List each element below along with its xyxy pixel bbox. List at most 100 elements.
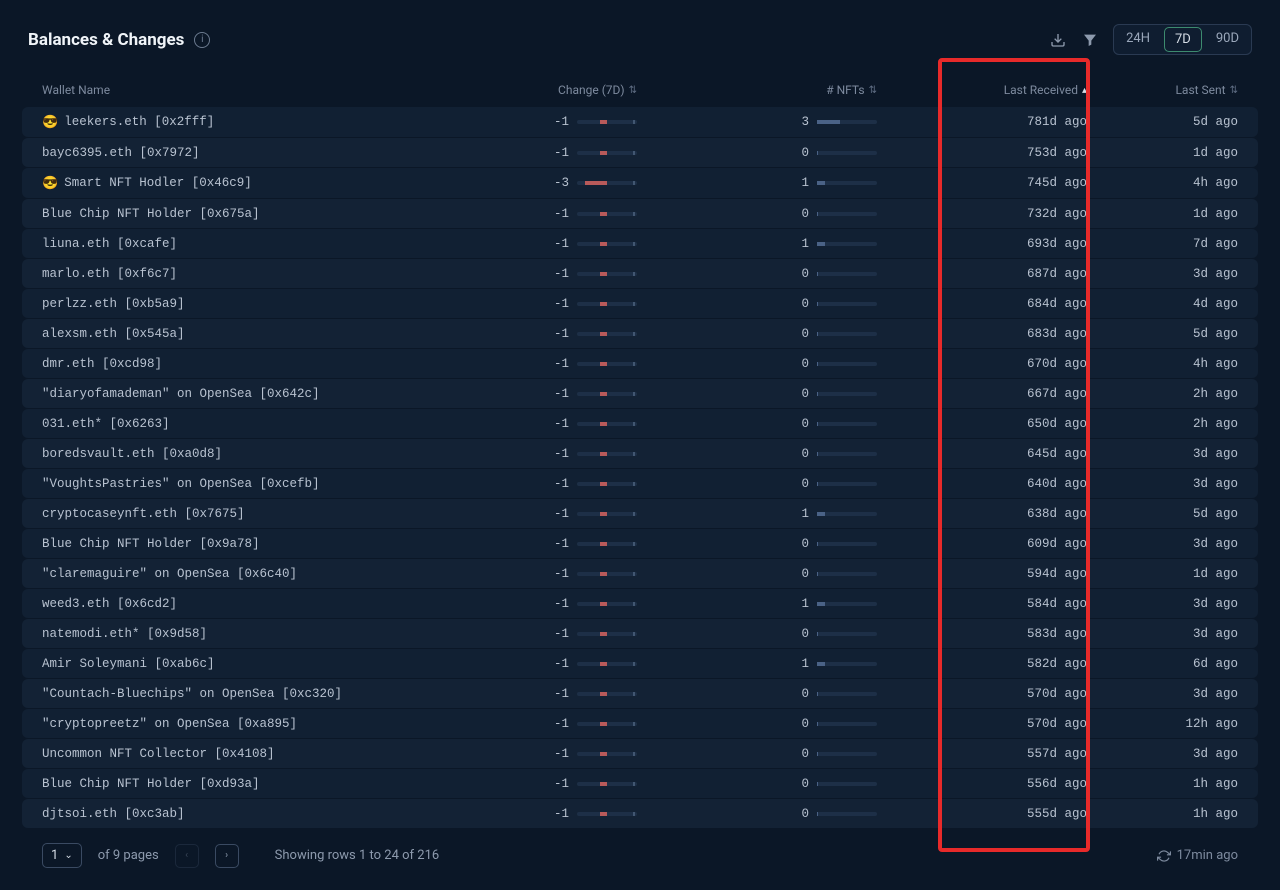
- table-row[interactable]: "Countach-Bluechips" on OpenSea [0xc320]…: [22, 679, 1258, 708]
- table-row[interactable]: natemodi.eth* [0x9d58] -1 0 583d ago 3d …: [22, 619, 1258, 648]
- next-page-button[interactable]: ›: [215, 844, 239, 868]
- wallet-name[interactable]: "diaryofamademan" on OpenSea [0x642c]: [42, 387, 457, 401]
- wallet-name[interactable]: boredsvault.eth [0xa0d8]: [42, 447, 457, 461]
- nfts-bar: [817, 362, 877, 366]
- table-row[interactable]: 😎 leekers.eth [0x2fff] -1 3 781d ago 5: [22, 107, 1258, 137]
- nfts-value: 0: [797, 267, 809, 281]
- change-value: -1: [547, 507, 569, 521]
- table-row[interactable]: Uncommon NFT Collector [0x4108] -1 0 557…: [22, 739, 1258, 768]
- table-row[interactable]: Blue Chip NFT Holder [0x675a] -1 0 732d …: [22, 199, 1258, 228]
- table-row[interactable]: boredsvault.eth [0xa0d8] -1 0 645d ago 3…: [22, 439, 1258, 468]
- last-sent-value: 3d ago: [1087, 267, 1238, 281]
- time-range-7d[interactable]: 7D: [1164, 27, 1202, 52]
- table-row[interactable]: 031.eth* [0x6263] -1 0 650d ago 2h ago: [22, 409, 1258, 438]
- wallet-name[interactable]: natemodi.eth* [0x9d58]: [42, 627, 457, 641]
- table-row[interactable]: 😎 Smart NFT Hodler [0x46c9] -3 1 745d ag…: [22, 168, 1258, 198]
- nfts-bar: [817, 692, 877, 696]
- wallet-name[interactable]: bayc6395.eth [0x7972]: [42, 146, 457, 160]
- wallet-name[interactable]: 😎 Smart NFT Hodler [0x46c9]: [42, 176, 457, 191]
- table-row[interactable]: liuna.eth [0xcafe] -1 1 693d ago 7d ago: [22, 229, 1258, 258]
- table-row[interactable]: "claremaguire" on OpenSea [0x6c40] -1 0 …: [22, 559, 1258, 588]
- wallet-name[interactable]: cryptocaseynft.eth [0x7675]: [42, 507, 457, 521]
- table-row[interactable]: marlo.eth [0xf6c7] -1 0 687d ago 3d ago: [22, 259, 1258, 288]
- refresh-icon: [1157, 849, 1171, 863]
- info-icon[interactable]: i: [194, 32, 210, 48]
- wallet-name[interactable]: "cryptopreetz" on OpenSea [0xa895]: [42, 717, 457, 731]
- wallet-name[interactable]: "Countach-Bluechips" on OpenSea [0xc320]: [42, 687, 457, 701]
- rows-summary: Showing rows 1 to 24 of 216: [275, 848, 440, 863]
- wallet-name[interactable]: "VoughtsPastries" on OpenSea [0xcefb]: [42, 477, 457, 491]
- nfts-value: 0: [797, 146, 809, 160]
- wallet-name[interactable]: liuna.eth [0xcafe]: [42, 237, 457, 251]
- table-row[interactable]: Blue Chip NFT Holder [0x9a78] -1 0 609d …: [22, 529, 1258, 558]
- col-wallet-name[interactable]: Wallet Name: [42, 83, 110, 97]
- table-row[interactable]: Amir Soleymani [0xab6c] -1 1 582d ago 6d…: [22, 649, 1258, 678]
- last-sent-value: 5d ago: [1087, 115, 1238, 129]
- change-bar: [577, 512, 637, 516]
- col-nfts[interactable]: # NFTs: [826, 83, 864, 97]
- wallet-name[interactable]: djtsoi.eth [0xc3ab]: [42, 807, 457, 821]
- nfts-value: 0: [797, 537, 809, 551]
- nfts-value: 0: [797, 687, 809, 701]
- col-last-sent[interactable]: Last Sent: [1175, 83, 1225, 97]
- table-row[interactable]: perlzz.eth [0xb5a9] -1 0 684d ago 4d ago: [22, 289, 1258, 318]
- wallet-label: Blue Chip NFT Holder [0x675a]: [42, 207, 260, 221]
- wallet-label: "Countach-Bluechips" on OpenSea [0xc320]: [42, 687, 342, 701]
- nfts-bar: [817, 632, 877, 636]
- last-sent-value: 5d ago: [1087, 507, 1238, 521]
- last-sent-value: 4h ago: [1087, 176, 1238, 190]
- table-row[interactable]: "diaryofamademan" on OpenSea [0x642c] -1…: [22, 379, 1258, 408]
- wallet-label: "claremaguire" on OpenSea [0x6c40]: [42, 567, 297, 581]
- change-value: -1: [547, 717, 569, 731]
- wallet-name[interactable]: weed3.eth [0x6cd2]: [42, 597, 457, 611]
- col-last-received[interactable]: Last Received: [1004, 83, 1078, 97]
- table-row[interactable]: djtsoi.eth [0xc3ab] -1 0 555d ago 1h ago: [22, 799, 1258, 828]
- wallet-name[interactable]: Blue Chip NFT Holder [0x9a78]: [42, 537, 457, 551]
- nfts-value: 0: [797, 417, 809, 431]
- download-icon[interactable]: [1049, 31, 1067, 49]
- wallet-name[interactable]: marlo.eth [0xf6c7]: [42, 267, 457, 281]
- time-range-24h[interactable]: 24H: [1114, 25, 1162, 54]
- table-row[interactable]: weed3.eth [0x6cd2] -1 1 584d ago 3d ago: [22, 589, 1258, 618]
- last-received-value: 582d ago: [877, 657, 1087, 671]
- last-received-value: 556d ago: [877, 777, 1087, 791]
- wallet-name[interactable]: Blue Chip NFT Holder [0x675a]: [42, 207, 457, 221]
- table-row[interactable]: "cryptopreetz" on OpenSea [0xa895] -1 0 …: [22, 709, 1258, 738]
- col-change[interactable]: Change (7D): [558, 83, 625, 97]
- page-select[interactable]: 1 ⌄: [42, 843, 82, 868]
- nfts-value: 0: [797, 357, 809, 371]
- change-value: -1: [547, 357, 569, 371]
- last-received-value: 684d ago: [877, 297, 1087, 311]
- wallet-name[interactable]: Uncommon NFT Collector [0x4108]: [42, 747, 457, 761]
- table-row[interactable]: cryptocaseynft.eth [0x7675] -1 1 638d ag…: [22, 499, 1258, 528]
- wallet-name[interactable]: 031.eth* [0x6263]: [42, 417, 457, 431]
- table-row[interactable]: Blue Chip NFT Holder [0xd93a] -1 0 556d …: [22, 769, 1258, 798]
- change-bar: [577, 752, 637, 756]
- wallet-name[interactable]: dmr.eth [0xcd98]: [42, 357, 457, 371]
- last-sent-value: 4h ago: [1087, 357, 1238, 371]
- wallet-name[interactable]: alexsm.eth [0x545a]: [42, 327, 457, 341]
- wallet-name[interactable]: 😎 leekers.eth [0x2fff]: [42, 115, 457, 130]
- nfts-value: 0: [797, 297, 809, 311]
- wallet-name[interactable]: perlzz.eth [0xb5a9]: [42, 297, 457, 311]
- wallet-name[interactable]: Amir Soleymani [0xab6c]: [42, 657, 457, 671]
- nfts-bar: [817, 120, 877, 124]
- change-value: -1: [547, 597, 569, 611]
- table-row[interactable]: alexsm.eth [0x545a] -1 0 683d ago 5d ago: [22, 319, 1258, 348]
- change-value: -1: [547, 657, 569, 671]
- wallet-name[interactable]: "claremaguire" on OpenSea [0x6c40]: [42, 567, 457, 581]
- nfts-value: 0: [797, 747, 809, 761]
- prev-page-button[interactable]: ‹: [175, 844, 199, 868]
- last-sent-value: 12h ago: [1087, 717, 1238, 731]
- time-range-90d[interactable]: 90D: [1204, 25, 1251, 54]
- change-value: -1: [547, 297, 569, 311]
- table-row[interactable]: dmr.eth [0xcd98] -1 0 670d ago 4h ago: [22, 349, 1258, 378]
- table-row[interactable]: bayc6395.eth [0x7972] -1 0 753d ago 1d a…: [22, 138, 1258, 167]
- change-bar: [577, 722, 637, 726]
- last-sent-value: 3d ago: [1087, 627, 1238, 641]
- wallet-name[interactable]: Blue Chip NFT Holder [0xd93a]: [42, 777, 457, 791]
- table-row[interactable]: "VoughtsPastries" on OpenSea [0xcefb] -1…: [22, 469, 1258, 498]
- filter-icon[interactable]: [1081, 31, 1099, 49]
- change-value: -1: [547, 417, 569, 431]
- change-value: -3: [547, 176, 569, 190]
